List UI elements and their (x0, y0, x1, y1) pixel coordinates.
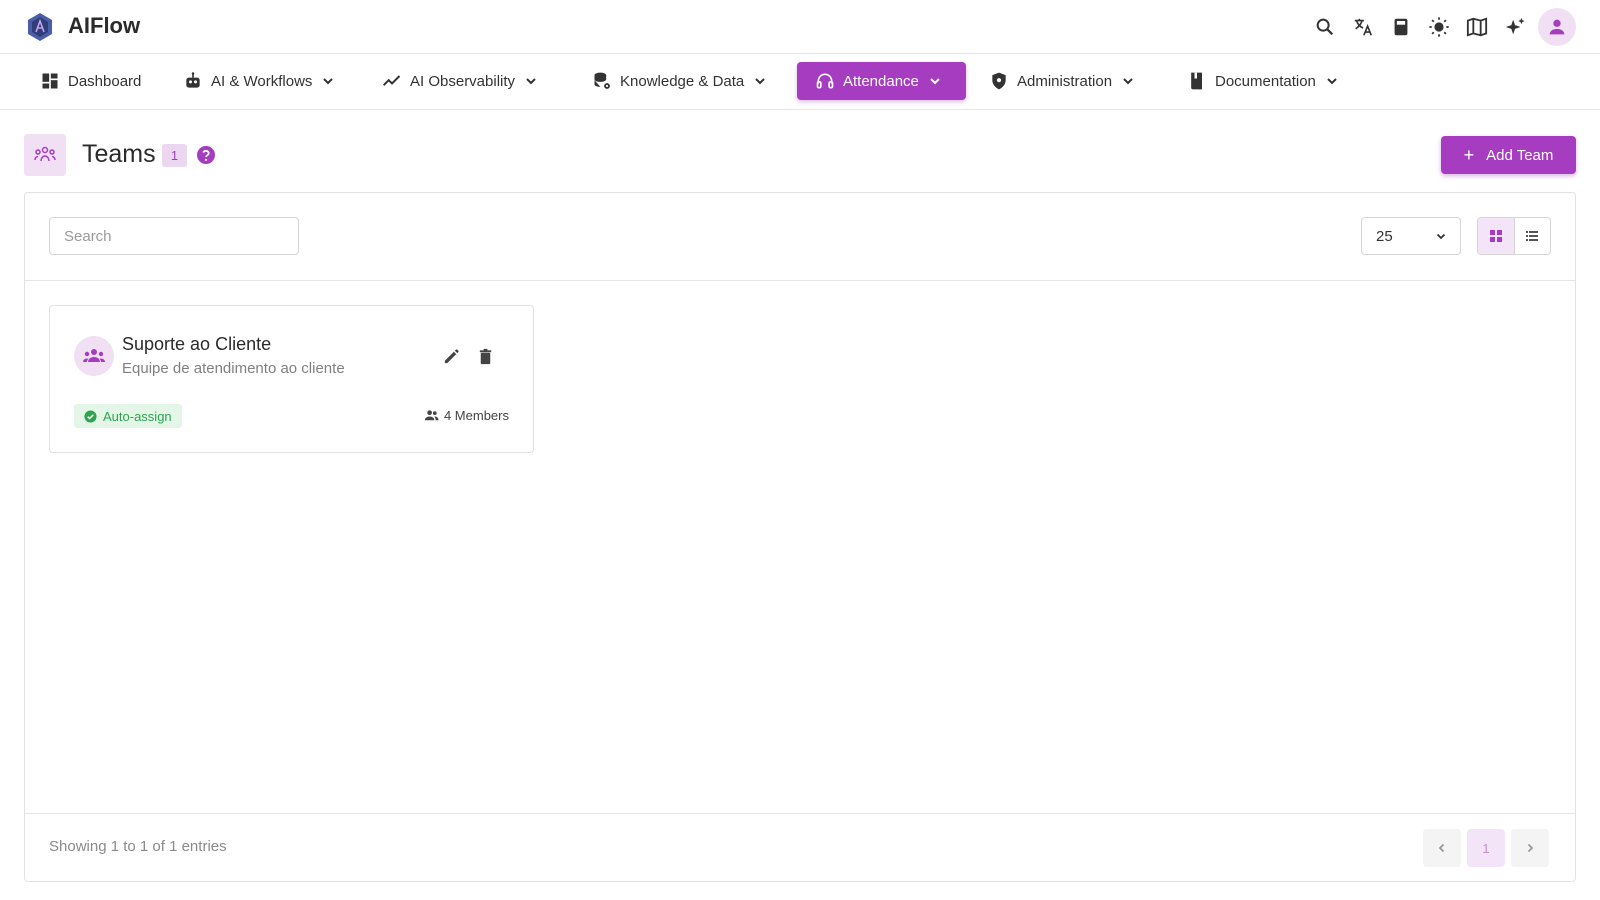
next-page-button[interactable] (1511, 829, 1549, 867)
plus-icon: + (1463, 145, 1475, 165)
main-nav: Dashboard AI & Workflows AI Observabilit… (0, 54, 1600, 110)
add-team-button[interactable]: + Add Team (1441, 136, 1576, 174)
nav-item-dashboard[interactable]: Dashboard (30, 62, 151, 100)
pencil-icon (444, 348, 459, 363)
nav-item-ai-observability[interactable]: AI Observability (372, 62, 549, 100)
help-icon[interactable] (196, 145, 216, 165)
app-logo-icon[interactable] (26, 12, 54, 42)
pagination: 1 (1417, 829, 1549, 867)
trend-line-icon (382, 75, 401, 86)
members-count: 4 Members (424, 408, 509, 423)
auto-assign-label: Auto-assign (103, 408, 172, 424)
headset-icon (816, 73, 834, 89)
nav-label: Administration (1017, 72, 1113, 90)
top-bar: AIFlow (0, 0, 1600, 54)
nav-label: Dashboard (68, 72, 142, 90)
teams-panel: 25 Suporte ao Cliente Equipe de atendime… (24, 192, 1576, 882)
members-label: 4 Members (443, 408, 509, 423)
view-toggle (1477, 217, 1551, 255)
user-avatar-icon[interactable] (1538, 8, 1576, 46)
page-title: Teams (82, 140, 156, 168)
delete-team-button[interactable] (474, 345, 496, 367)
teams-page-icon (24, 134, 66, 176)
chevron-down-icon (526, 78, 536, 85)
sparkles-icon[interactable] (1496, 8, 1534, 46)
team-card[interactable]: Suporte ao Cliente Equipe de atendimento… (49, 305, 534, 453)
team-name: Suporte ao Cliente (122, 334, 272, 354)
nav-item-documentation[interactable]: Documentation (1177, 62, 1350, 100)
search-input[interactable] (49, 217, 299, 255)
search-icon[interactable] (1306, 8, 1344, 46)
grid-view-button[interactable] (1478, 218, 1514, 254)
nav-item-knowledge-data[interactable]: Knowledge & Data (582, 62, 778, 100)
prev-page-button[interactable] (1423, 829, 1461, 867)
people-group-icon (34, 146, 56, 162)
nav-label: Documentation (1215, 72, 1316, 90)
trash-icon (479, 348, 491, 364)
dashboard-icon (42, 73, 58, 89)
robot-icon (186, 72, 200, 88)
nav-label: Knowledge & Data (620, 72, 745, 90)
sun-icon[interactable] (1420, 8, 1458, 46)
per-page-select[interactable]: 25 (1361, 217, 1461, 255)
chevron-right-icon (1527, 843, 1534, 853)
chevron-down-icon (1327, 78, 1337, 85)
nav-label: AI Observability (410, 72, 516, 90)
pagination-footer: Showing 1 to 1 of 1 entries 1 (25, 813, 1575, 881)
grid-icon (1489, 230, 1502, 242)
top-icon-bar (1306, 8, 1576, 46)
per-page-value: 25 (1376, 227, 1393, 245)
nav-item-administration[interactable]: Administration (979, 62, 1146, 100)
team-count-badge: 1 (162, 144, 187, 167)
chevron-down-icon (1123, 78, 1133, 85)
list-view-button[interactable] (1513, 218, 1550, 254)
nav-label: AI & Workflows (211, 72, 313, 90)
nav-item-attendance[interactable]: Attendance (797, 62, 966, 100)
team-description: Equipe de atendimento ao cliente (122, 360, 345, 377)
edit-team-button[interactable] (440, 345, 462, 367)
database-gear-icon (594, 72, 610, 89)
chevron-down-icon (755, 78, 765, 85)
groups-icon (83, 349, 105, 362)
translate-icon[interactable] (1344, 8, 1382, 46)
team-avatar (74, 336, 114, 376)
chevron-down-icon (930, 78, 940, 85)
people-icon (424, 410, 439, 421)
nav-label: Attendance (843, 72, 919, 90)
page-number-button[interactable]: 1 (1467, 829, 1505, 867)
teams-toolbar: 25 (25, 193, 1575, 281)
chevron-down-icon (1436, 233, 1446, 240)
check-circle-icon (84, 409, 97, 423)
map-book-icon[interactable] (1458, 8, 1496, 46)
nav-item-ai-workflows[interactable]: AI & Workflows (173, 62, 346, 100)
list-icon (1526, 231, 1539, 241)
add-team-label: Add Team (1486, 146, 1554, 164)
entries-summary: Showing 1 to 1 of 1 entries (49, 838, 227, 855)
app-title: AIFlow (68, 13, 141, 38)
book-icon (1191, 72, 1202, 90)
shield-icon (992, 72, 1006, 90)
chevron-left-icon (1438, 843, 1445, 853)
auto-assign-badge: Auto-assign (74, 404, 182, 428)
chevron-down-icon (323, 78, 334, 85)
calculator-icon[interactable] (1382, 8, 1420, 46)
